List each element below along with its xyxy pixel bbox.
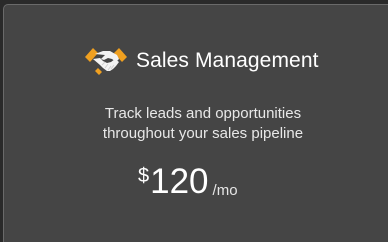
pricing-frame: Sales Management Track leads and opportu… [0, 0, 388, 242]
plan-description-line-2: throughout your sales pipeline [102, 125, 304, 142]
price-currency: $ [138, 165, 150, 187]
plan-header: Sales Management [83, 43, 319, 79]
plan-description: Track leads and opportunities throughout… [0, 104, 388, 144]
pricing-card-content: Sales Management Track leads and opportu… [0, 0, 388, 242]
handshake-icon [85, 48, 127, 75]
price-amount: 120 [150, 162, 209, 201]
plan-price: $ 120 /mo [138, 163, 238, 201]
plan-description-line-1: Track leads and opportunities [104, 105, 302, 122]
plan-title: Sales Management [136, 49, 319, 72]
price-period: /mo [212, 182, 238, 199]
